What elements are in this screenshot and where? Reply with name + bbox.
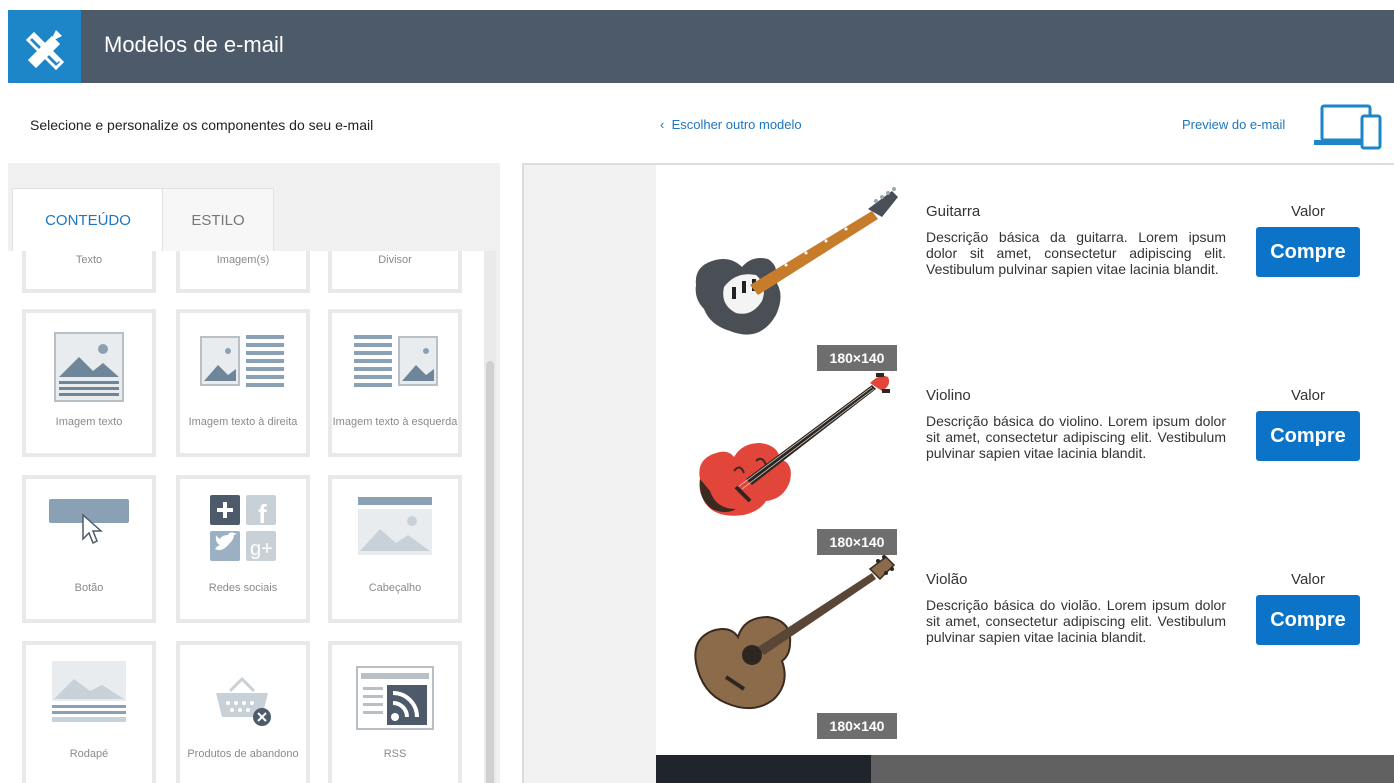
violin-icon <box>699 373 890 516</box>
chevron-left-icon: ‹ <box>660 117 672 132</box>
component-label: RSS <box>383 748 407 760</box>
email-preview-link[interactable]: Preview do e-mail <box>1182 117 1285 132</box>
components-panel: Texto Imagem(s) Divisor Imagem texto Ima… <box>8 163 500 783</box>
product-name: Violino <box>926 387 971 404</box>
buy-button[interactable]: Compre <box>1256 227 1360 277</box>
product-name: Violão <box>926 571 968 588</box>
component-label: Imagem(s) <box>216 254 270 266</box>
app-title: Modelos de e-mail <box>104 32 284 57</box>
choose-other-template-link[interactable]: ‹ Escolher outro modelo <box>660 117 802 132</box>
image-size-badge: 180×140 <box>817 713 897 739</box>
product-description: Descrição básica do violino. Lorem ipsum… <box>926 413 1226 461</box>
pencil-ruler-icon <box>25 29 64 70</box>
component-cabecalho[interactable]: Cabeçalho <box>328 475 462 623</box>
product-row[interactable]: 180×140 Guitarra Descrição básica da gui… <box>656 165 1394 371</box>
email-preview: 180×140 Guitarra Descrição básica da gui… <box>522 163 1394 783</box>
scrollbar-thumb[interactable] <box>486 361 494 783</box>
component-produtos-abandono[interactable]: Produtos de abandono <box>176 641 310 783</box>
header-icon <box>358 497 432 555</box>
panel-scrollbar[interactable] <box>484 251 496 783</box>
banner-image <box>656 755 871 783</box>
footer-icon <box>52 661 126 722</box>
page: Modelos de e-mail Selecione e personaliz… <box>0 0 1394 783</box>
component-rodape[interactable]: Rodapé <box>22 641 156 783</box>
component-rss[interactable]: RSS <box>328 641 462 783</box>
email-body: 180×140 Guitarra Descrição básica da gui… <box>656 165 1394 755</box>
panel-tabs: CONTEÚDO ESTILO <box>8 163 500 251</box>
email-next-section <box>656 755 1394 783</box>
electric-guitar-icon <box>695 187 898 335</box>
image-text-icon <box>54 332 124 402</box>
price-label: Valor <box>1291 571 1325 588</box>
buy-button[interactable]: Compre <box>1256 595 1360 645</box>
button-icon <box>49 499 129 545</box>
svg-text:f: f <box>258 499 267 529</box>
component-redes-sociais[interactable]: f g+ Redes sociais <box>176 475 310 623</box>
app-header: Modelos de e-mail <box>8 10 1394 83</box>
rss-icon <box>356 666 434 730</box>
tab-conteudo[interactable]: CONTEÚDO <box>12 188 164 251</box>
product-row[interactable]: 180×140 Violino Descrição básica do viol… <box>656 349 1394 555</box>
component-label: Texto <box>75 254 103 266</box>
buy-button[interactable]: Compre <box>1256 411 1360 461</box>
components-grid: Texto Imagem(s) Divisor Imagem texto Ima… <box>8 163 486 783</box>
price-label: Valor <box>1291 387 1325 404</box>
logo[interactable] <box>8 10 81 83</box>
component-imagem-texto[interactable]: Imagem texto <box>22 309 156 457</box>
component-label: Botão <box>74 582 104 594</box>
component-label: Cabeçalho <box>368 582 422 594</box>
back-label: Escolher outro modelo <box>671 117 802 132</box>
component-imagem-texto-esquerda[interactable]: Imagem texto à esquerda <box>328 309 462 457</box>
component-imagem-texto-direita[interactable]: Imagem texto à direita <box>176 309 310 457</box>
instructions-text: Selecione e personalize os componentes d… <box>30 117 374 133</box>
social-icon: f g+ <box>210 495 276 561</box>
component-label: Divisor <box>378 254 412 266</box>
component-label: Redes sociais <box>208 582 278 594</box>
price-label: Valor <box>1291 203 1325 220</box>
devices-icon[interactable] <box>1312 102 1384 150</box>
product-description: Descrição básica da guitarra. Lorem ipsu… <box>926 229 1226 277</box>
cart-abandon-icon <box>216 676 271 726</box>
component-label: Imagem texto à esquerda <box>332 416 458 428</box>
image-text-left-icon <box>354 335 438 387</box>
component-label: Produtos de abandono <box>187 748 299 760</box>
component-label: Imagem texto <box>55 416 123 428</box>
image-text-right-icon <box>200 335 284 387</box>
component-label: Imagem texto à direita <box>188 416 298 428</box>
component-botao[interactable]: Botão <box>22 475 156 623</box>
acoustic-guitar-icon <box>694 555 896 710</box>
tab-estilo[interactable]: ESTILO <box>162 188 274 251</box>
svg-text:g+: g+ <box>250 538 273 560</box>
component-label: Rodapé <box>69 748 109 760</box>
product-description: Descrição básica do violão. Lorem ipsum … <box>926 597 1226 645</box>
product-name: Guitarra <box>926 203 981 220</box>
product-row[interactable]: 180×140 Violão Descrição básica do violã… <box>656 533 1394 739</box>
